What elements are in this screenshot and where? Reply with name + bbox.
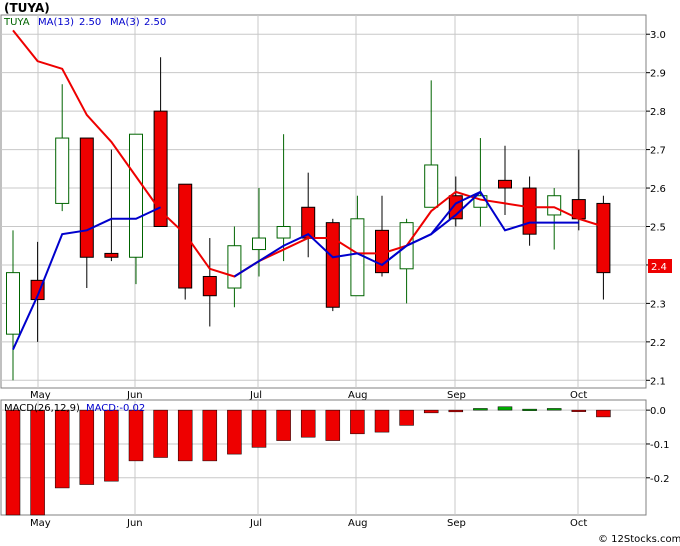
candle-down	[522, 187, 537, 235]
macd-x-label: Aug	[348, 518, 368, 529]
price-y-tick-label: 2.3	[650, 299, 666, 310]
price-y-tick-label: 2.9	[650, 69, 666, 80]
macd-y-tick-label: -0.2	[650, 474, 670, 485]
legend-ma3: MA(3)	[110, 17, 140, 28]
last-price-badge: 2.4	[648, 259, 672, 273]
macd-bar	[546, 408, 562, 411]
candle-down	[596, 202, 611, 274]
price-y-tick-label: 2.8	[650, 107, 666, 118]
legend-ticker: TUYA	[3, 17, 30, 28]
macd-bar	[350, 409, 365, 435]
legend-ma3-value: 2.50	[144, 17, 166, 28]
price-x-label: Aug	[348, 390, 368, 401]
macd-bar	[300, 409, 316, 438]
macd-bar	[522, 408, 537, 411]
candle-up	[350, 218, 365, 297]
ticker-title: (TUYA)	[4, 1, 50, 15]
candle-up	[424, 164, 439, 208]
candle-up	[252, 237, 266, 251]
macd-y-ticks: 0.0 -0.1 -0.2	[646, 406, 670, 485]
macd-bar	[276, 409, 291, 441]
price-y-tick-label: 2.1	[650, 376, 666, 387]
price-y-tick-label: 2.2	[650, 338, 666, 349]
macd-x-label: Oct	[570, 518, 587, 529]
macd-bar	[497, 406, 513, 411]
macd-panel-frame	[0, 399, 647, 516]
macd-bar	[473, 408, 488, 411]
macd-bar	[399, 409, 414, 426]
macd-bar	[128, 409, 144, 462]
candle-down	[202, 275, 217, 297]
price-x-label: Oct	[570, 390, 587, 401]
price-y-ticks: 3.0 2.9 2.8 2.7 2.6 2.5 2.4 2.3 2.2 2.1	[646, 30, 666, 387]
macd-bar	[30, 409, 45, 516]
macd-bar	[374, 409, 390, 433]
macd-bar	[5, 409, 21, 516]
stock-chart: (TUYA) May Jun Jul Aug Sep Oct 3.0 2.9 2.8 2.7 2.…	[0, 1, 680, 545]
price-y-tick-label: 2.6	[650, 184, 666, 195]
macd-y-tick-label: 0.0	[650, 406, 666, 417]
site-credit: © 12Stocks.com	[598, 534, 680, 545]
candle-down	[325, 222, 340, 308]
legend-ma13-value: 2.50	[79, 17, 101, 28]
macd-bar	[153, 409, 168, 458]
macd-bar	[202, 409, 218, 462]
macd-x-label: Sep	[447, 518, 466, 529]
price-y-tick-label: 2.5	[650, 222, 666, 233]
candle-up	[129, 133, 143, 258]
macd-bar	[251, 409, 267, 448]
macd-x-labels: May Jun Jul Aug Sep Oct	[30, 518, 587, 529]
candle-down	[104, 252, 119, 258]
candle-up	[227, 245, 242, 289]
candle-down	[498, 179, 512, 189]
macd-bar	[571, 409, 587, 412]
legend-ma13: MA(13)	[38, 17, 74, 28]
macd-legend: MACD(26,12,9) MACD:-0.02	[4, 403, 145, 414]
price-x-label: Sep	[447, 390, 466, 401]
macd-legend-value: MACD:-0.02	[86, 403, 145, 414]
macd-bar	[177, 409, 193, 462]
macd-bar	[227, 409, 242, 455]
candle-down	[178, 183, 193, 289]
candle-up	[6, 272, 20, 335]
candle-up	[547, 195, 562, 216]
price-y-tick-label: 2.7	[650, 146, 666, 157]
macd-bar	[596, 409, 611, 418]
price-x-label: May	[30, 390, 51, 401]
macd-bar	[79, 409, 95, 485]
candle-down	[79, 137, 94, 258]
price-y-tick-label: 3.0	[650, 30, 666, 41]
macd-x-label: Jun	[126, 518, 143, 529]
candle-up	[55, 137, 70, 204]
macd-bar	[448, 409, 464, 413]
price-x-labels: May Jun Jul Aug Sep Oct	[30, 390, 587, 401]
candle-up	[276, 225, 291, 239]
macd-bar	[423, 409, 439, 414]
macd-y-tick-label: -0.1	[650, 440, 670, 451]
price-x-label: Jul	[249, 390, 262, 401]
macd-x-label: Jul	[249, 518, 262, 529]
price-x-label: Jun	[126, 390, 143, 401]
macd-x-label: May	[30, 518, 51, 529]
last-price-badge-text: 2.4	[651, 262, 667, 273]
macd-bar	[54, 409, 70, 489]
macd-panel: 0.0 -0.1 -0.2 May Jun Jul Aug Sep Oct MACD(26,1…	[0, 399, 670, 529]
price-panel: May Jun Jul Aug Sep Oct 3.0 2.9 2.8 2.7 2.6 2.5 2.4…	[0, 14, 672, 401]
macd-bar	[104, 409, 119, 482]
macd-bar	[325, 409, 341, 441]
macd-legend-title: MACD(26,12,9)	[4, 403, 80, 414]
